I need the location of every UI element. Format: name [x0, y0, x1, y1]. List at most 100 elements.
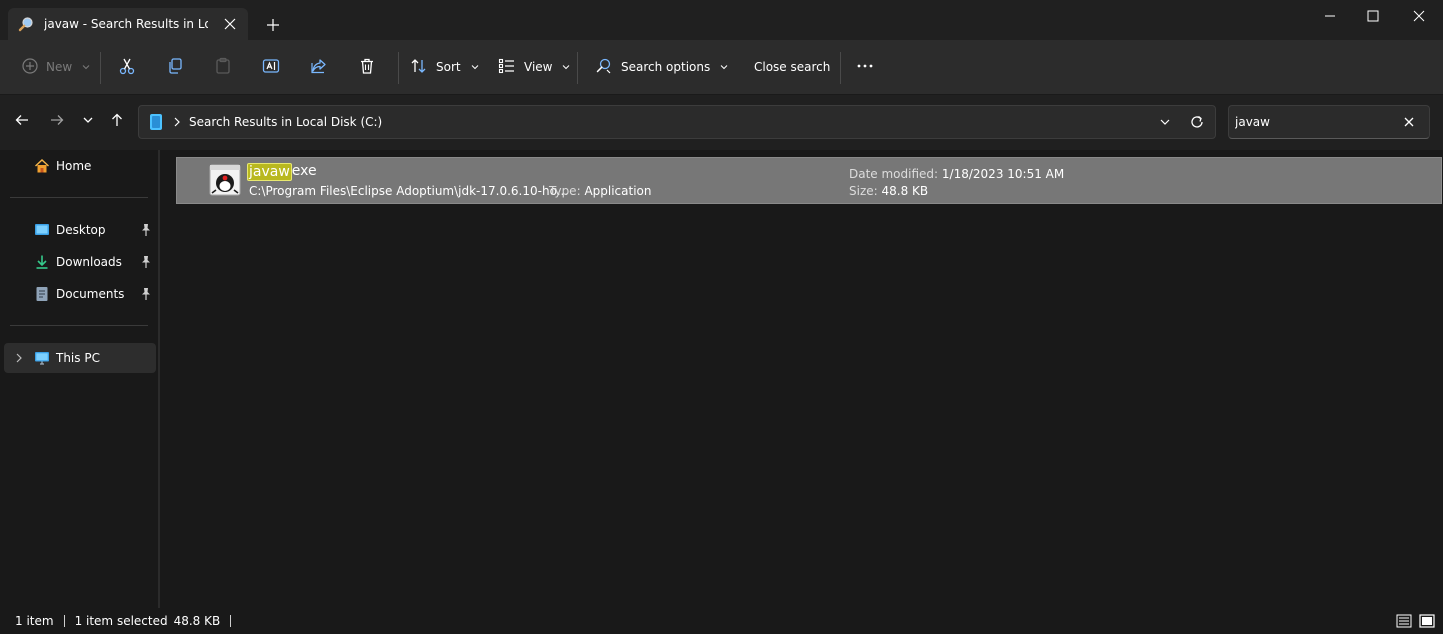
pin-icon[interactable]: [140, 287, 152, 301]
search-highlight: javaw: [247, 163, 292, 181]
size-label: Size:: [849, 184, 878, 198]
copy-button[interactable]: [166, 52, 184, 82]
breadcrumb[interactable]: Search Results in Local Disk (C:): [189, 115, 382, 129]
sidebar-item-desktop[interactable]: Desktop: [4, 215, 156, 245]
desktop-icon: [34, 222, 50, 238]
chevron-down-icon: [82, 114, 94, 129]
sidebar-item-documents[interactable]: Documents: [4, 279, 156, 309]
close-tab-icon[interactable]: [222, 16, 238, 32]
search-options-button[interactable]: Search options: [595, 52, 728, 82]
rename-button[interactable]: [262, 52, 280, 82]
delete-button[interactable]: [358, 52, 376, 82]
chevron-right-icon[interactable]: [14, 350, 24, 366]
sidebar-item-label: This PC: [56, 351, 100, 365]
size-value: 48.8 KB: [881, 184, 929, 198]
clipboard-icon: [214, 57, 232, 78]
search-options-icon: [595, 57, 613, 78]
arrow-left-icon: [15, 113, 29, 130]
arrow-right-icon: [50, 113, 64, 130]
address-row: Search Results in Local Disk (C:): [0, 95, 1443, 150]
arrow-up-icon: [110, 113, 124, 130]
type-label: Type:: [549, 184, 581, 198]
sidebar-item-label: Home: [56, 159, 92, 173]
home-icon: [34, 158, 50, 174]
pin-icon[interactable]: [140, 255, 152, 269]
toolbar-divider: [577, 52, 578, 84]
address-dropdown-icon[interactable]: [1159, 116, 1171, 128]
close-search-button[interactable]: Close search: [754, 52, 830, 82]
toolbar-divider: [100, 52, 101, 84]
new-tab-icon[interactable]: [262, 14, 284, 36]
document-icon: [34, 286, 50, 302]
trash-icon: [358, 57, 376, 78]
breadcrumb-chevron-icon: [173, 117, 181, 127]
sidebar-divider: [10, 197, 148, 198]
sidebar-item-label: Documents: [56, 287, 125, 301]
toolbar-divider: [840, 52, 841, 84]
file-name-rest: exe: [291, 163, 317, 179]
selected-size: 48.8 KB: [173, 614, 221, 628]
status-divider: [63, 615, 65, 627]
selected-count: 1 item selected: [74, 614, 168, 628]
sidebar-item-label: Downloads: [56, 255, 122, 269]
status-bar: 1 item 1 item selected 48.8 KB: [0, 608, 1443, 634]
status-divider: [230, 615, 232, 627]
pin-icon[interactable]: [140, 223, 152, 237]
file-date-modified: Date modified: 1/18/2023 10:51 AM: [849, 167, 1064, 181]
close-window-icon[interactable]: [1396, 0, 1442, 32]
sidebar-item-label: Desktop: [56, 223, 106, 237]
maximize-icon[interactable]: [1350, 0, 1396, 32]
search-box[interactable]: [1228, 105, 1430, 139]
sort-label: Sort: [436, 60, 461, 74]
java-application-icon: [209, 164, 241, 196]
copy-icon: [166, 57, 184, 78]
back-button[interactable]: [10, 109, 34, 133]
view-button[interactable]: View: [498, 52, 570, 82]
up-button[interactable]: [105, 109, 129, 133]
date-value: 1/18/2023 10:51 AM: [941, 167, 1065, 181]
type-value: Application: [584, 184, 652, 198]
sort-arrows-icon: [410, 57, 428, 78]
plus-circle-icon: [22, 57, 38, 77]
tab-search-results[interactable]: javaw - Search Results in Loca: [8, 8, 248, 40]
tiles-view-icon[interactable]: [1419, 613, 1435, 629]
more-dots-icon: [856, 57, 874, 78]
list-item[interactable]: javaw exe C:\Program Files\Eclipse Adopt…: [176, 157, 1442, 204]
chevron-down-icon: [562, 60, 570, 74]
file-type: Type: Application: [549, 184, 652, 198]
chevron-down-icon: [82, 60, 90, 74]
tab-title: javaw - Search Results in Loca: [44, 17, 208, 31]
minimize-icon[interactable]: [1307, 0, 1353, 32]
file-name: javaw exe: [247, 163, 317, 181]
item-count: 1 item: [15, 614, 54, 628]
scissors-icon: [118, 57, 136, 78]
address-bar[interactable]: Search Results in Local Disk (C:): [138, 105, 1216, 139]
cut-button[interactable]: [118, 52, 136, 82]
new-label: New: [46, 60, 73, 74]
refresh-icon[interactable]: [1189, 114, 1205, 130]
forward-button[interactable]: [45, 109, 69, 133]
new-button[interactable]: New: [22, 52, 90, 82]
sort-button[interactable]: Sort: [410, 52, 479, 82]
date-label: Date modified:: [849, 167, 939, 181]
file-size: Size: 48.8 KB: [849, 184, 928, 198]
sidebar-item-this-pc[interactable]: This PC: [4, 343, 156, 373]
chevron-down-icon: [720, 60, 728, 74]
file-list: javaw exe C:\Program Files\Eclipse Adopt…: [162, 150, 1443, 608]
clear-search-icon[interactable]: [1403, 116, 1415, 128]
view-list-icon: [498, 57, 516, 78]
sidebar-item-downloads[interactable]: Downloads: [4, 247, 156, 277]
paste-button[interactable]: [214, 52, 232, 82]
file-path: C:\Program Files\Eclipse Adoptium\jdk-17…: [249, 184, 569, 198]
rename-icon: [262, 57, 280, 78]
recent-locations-button[interactable]: [76, 109, 100, 133]
toolbar-divider: [398, 52, 399, 84]
share-icon: [310, 57, 328, 78]
more-options-button[interactable]: [856, 52, 874, 82]
sidebar-item-home[interactable]: Home: [4, 151, 156, 181]
search-magnifier-icon: [18, 16, 34, 32]
details-view-icon[interactable]: [1396, 613, 1412, 629]
search-input[interactable]: [1235, 115, 1395, 129]
share-button[interactable]: [310, 52, 328, 82]
search-options-label: Search options: [621, 60, 711, 74]
